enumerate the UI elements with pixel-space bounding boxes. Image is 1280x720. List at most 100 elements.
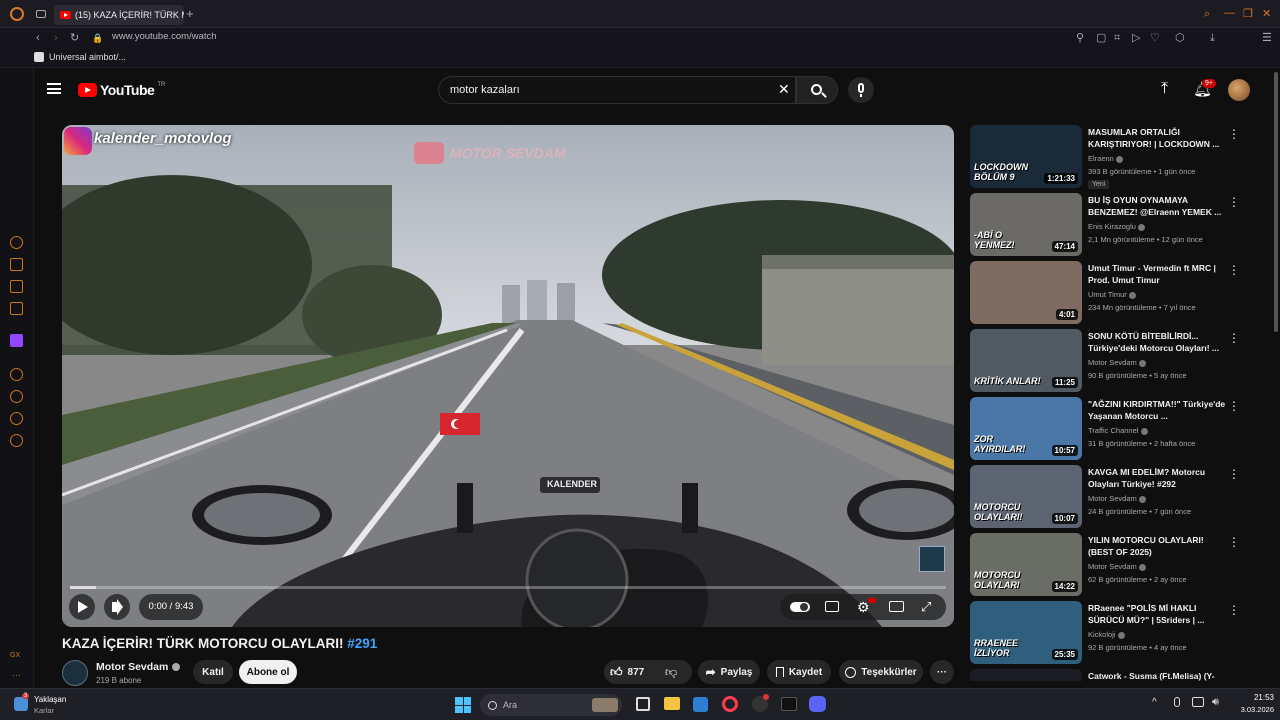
forward-icon[interactable]: ›	[54, 31, 58, 45]
clock-date[interactable]: 3.03.2026	[1230, 705, 1274, 714]
recommendation-card[interactable]: ZOR AYIRDILAR! 10:57 "AĞZINI KIRDIRTMA!!" …	[970, 397, 1270, 461]
recommendation-card[interactable]: RRAENEE İZLİYOR 25:35 RRaenee "POLİS Mİ HA…	[970, 601, 1270, 665]
recommendation-more-icon[interactable]: ⋮	[1228, 195, 1240, 209]
channel-watermark-logo[interactable]	[919, 546, 945, 572]
video-player[interactable]: kalender_motovlog MOTOR SEVDAM KALENDER …	[62, 125, 954, 627]
tab-switcher-icon[interactable]	[36, 10, 46, 18]
clear-search-icon[interactable]: ✕	[778, 81, 790, 98]
progress-bar-track[interactable]	[70, 586, 946, 589]
recommendation-thumbnail[interactable]: -ABİ O YENMEZ! 47:14	[970, 193, 1082, 256]
pin-icon[interactable]: ⚲	[1076, 31, 1084, 45]
minimize-icon[interactable]: —	[1224, 6, 1235, 20]
like-button[interactable]: 👍︎ 877	[610, 665, 644, 680]
recommendation-title[interactable]: BU İŞ OYUN OYNAMAYA BENZEMEZ! @Elraenn Y…	[1088, 194, 1228, 218]
recommendation-title[interactable]: RRaenee "POLİS Mİ HAKLI SÜRÜCÜ MÜ?" | 5S…	[1088, 602, 1228, 626]
youtube-logo[interactable]: YouTube TR	[78, 82, 165, 98]
task-view-icon[interactable]	[636, 697, 650, 711]
start-button[interactable]	[455, 697, 471, 713]
speaker-icon[interactable]: 🔊︎	[1212, 696, 1219, 709]
taskbar-search[interactable]: Ara	[480, 694, 622, 716]
search-input[interactable]: motor kazaları	[438, 76, 796, 104]
sidebar-puzzle-icon[interactable]	[10, 412, 23, 425]
crop-icon[interactable]: ⌗	[1114, 31, 1120, 45]
terminal-icon[interactable]	[781, 697, 797, 711]
dislike-button[interactable]: 👎︎	[665, 665, 677, 680]
volume-button[interactable]	[104, 594, 130, 620]
theater-mode-icon[interactable]	[889, 601, 904, 612]
bookmark-item[interactable]: Universal aimbot/...	[34, 52, 126, 62]
recommendation-channel[interactable]: Motor Sevdam	[1088, 562, 1146, 571]
browser-tab[interactable]: (15) KAZA İÇERİR! TÜRK M	[54, 5, 184, 25]
recommendation-title[interactable]: "AĞZINI KIRDIRTMA!!" Türkiye'de Yaşanan …	[1088, 398, 1228, 422]
search-tabs-icon[interactable]: ⌕	[1204, 7, 1210, 21]
page-scrollbar[interactable]	[1272, 68, 1280, 688]
opera-logo-icon[interactable]	[10, 7, 24, 21]
sidebar-play-icon[interactable]	[10, 368, 23, 381]
url-field[interactable]: www.youtube.com/watch	[112, 31, 217, 42]
recommendation-title[interactable]: Umut Timur - Vermedin ft MRC | Prod. Umu…	[1088, 262, 1228, 286]
thanks-button[interactable]: Teşekkürler	[839, 660, 923, 684]
clock-time[interactable]: 21:53	[1240, 693, 1274, 702]
recommendation-title[interactable]: MASUMLAR ORTALIĞI KARIŞTIRIYOR! | LOCKDO…	[1088, 126, 1228, 150]
fullscreen-icon[interactable]: ⤢	[921, 599, 931, 615]
reload-icon[interactable]: ↻	[70, 31, 79, 45]
join-button[interactable]: Katıl	[193, 660, 233, 684]
recommendation-more-icon[interactable]: ⋮	[1228, 535, 1240, 549]
sidebar-speed-icon[interactable]	[10, 236, 23, 249]
recommendation-card[interactable]: KRİTİK ANLAR! 11:25 SONU KÖTÜ BİTEBİLİRDİ.…	[970, 329, 1270, 393]
sidebar-settings-icon[interactable]	[10, 434, 23, 447]
voice-search-button[interactable]	[848, 77, 874, 103]
network-icon[interactable]	[1192, 697, 1204, 707]
subscribe-button[interactable]: Abone ol	[239, 660, 297, 684]
download-icon[interactable]: ⤓	[1210, 31, 1215, 45]
search-button[interactable]	[796, 76, 838, 104]
sidebar-bag-icon[interactable]	[10, 258, 23, 271]
recommendation-title[interactable]: Catwork - Susma (Ft.Melisa) (Y-	[1088, 670, 1228, 681]
opera-taskbar-icon[interactable]	[722, 696, 738, 712]
recommendation-thumbnail[interactable]: MOTORCU OLAYLARI 14:22	[970, 533, 1082, 596]
sidebar-more-icon[interactable]: ···	[12, 670, 21, 680]
snapshot-icon[interactable]: ▢	[1096, 31, 1106, 45]
recommendation-more-icon[interactable]: ⋮	[1228, 263, 1240, 277]
recommendation-channel[interactable]: Umut Timur	[1088, 290, 1136, 299]
recommendation-channel[interactable]: Elraenn	[1088, 154, 1123, 163]
recommendation-title[interactable]: YILIN MOTORCU OLAYLARI! (BEST OF 2025)	[1088, 534, 1228, 558]
recommendation-card[interactable]: 4:01 Umut Timur - Vermedin ft MRC | Prod.…	[970, 261, 1270, 325]
close-window-icon[interactable]: ✕	[1262, 7, 1271, 21]
recommendation-card[interactable]: -ABİ O YENMEZ! 47:14 BU İŞ OYUN OYNAMAYA B…	[970, 193, 1270, 257]
recommendation-thumbnail[interactable]: 4:01	[970, 261, 1082, 324]
account-avatar[interactable]	[1228, 79, 1250, 101]
recommendation-thumbnail[interactable]: LOCKDOWN BÖLÜM 9 1:21:33	[970, 125, 1082, 188]
recommendation-thumbnail[interactable]: KRİTİK ANLAR! 11:25	[970, 329, 1082, 392]
maximize-icon[interactable]: ❐	[1243, 7, 1253, 21]
recommendation-title[interactable]: SONU KÖTÜ BİTEBİLİRDİ... Türkiye'deki Mo…	[1088, 330, 1228, 354]
file-explorer-icon[interactable]	[664, 697, 680, 710]
recommendation-channel[interactable]: Enis Kirazoglu	[1088, 222, 1146, 231]
subtitles-icon[interactable]	[825, 601, 839, 612]
recommendation-thumbnail[interactable]: RRAENEE İZLİYOR 25:35	[970, 601, 1082, 664]
sidebar-block-icon[interactable]	[10, 280, 23, 293]
discord-icon[interactable]	[809, 696, 826, 712]
heart-icon[interactable]: ♡	[1150, 31, 1160, 45]
save-button[interactable]: Kaydet	[767, 660, 831, 684]
hamburger-menu-icon[interactable]	[47, 83, 61, 94]
extensions-icon[interactable]: ⬡	[1175, 31, 1185, 45]
recommendation-channel[interactable]: Traffic Channel	[1088, 426, 1148, 435]
back-icon[interactable]: ‹	[36, 31, 40, 45]
more-actions-button[interactable]: ···	[930, 660, 954, 684]
sidebar-m-icon[interactable]	[10, 302, 23, 315]
recommendation-thumbnail[interactable]: ZOR AYIRDILAR! 10:57	[970, 397, 1082, 460]
mic-tray-icon[interactable]	[1174, 697, 1180, 707]
recommendation-thumbnail[interactable]	[970, 669, 1082, 681]
sidebar-twitch-icon[interactable]	[10, 334, 23, 347]
player-icon[interactable]: ▷	[1132, 31, 1140, 45]
recommendation-more-icon[interactable]: ⋮	[1228, 603, 1240, 617]
channel-name[interactable]: Motor Sevdam	[96, 661, 181, 673]
recommendation-thumbnail[interactable]: MOTORCU OLAYLARI! 10:07	[970, 465, 1082, 528]
recommendation-more-icon[interactable]: ⋮	[1228, 467, 1240, 481]
tray-chevron-icon[interactable]: ^	[1152, 697, 1157, 708]
video-title-hashtag[interactable]: #291	[347, 636, 377, 651]
weather-widget[interactable]: 3 Yaklaşan Karlar	[12, 693, 92, 717]
recommendation-card[interactable]: MOTORCU OLAYLARI! 10:07 KAVGA MI EDELİM? M…	[970, 465, 1270, 529]
recommendation-card[interactable]: Catwork - Susma (Ft.Melisa) (Y-	[970, 669, 1270, 681]
